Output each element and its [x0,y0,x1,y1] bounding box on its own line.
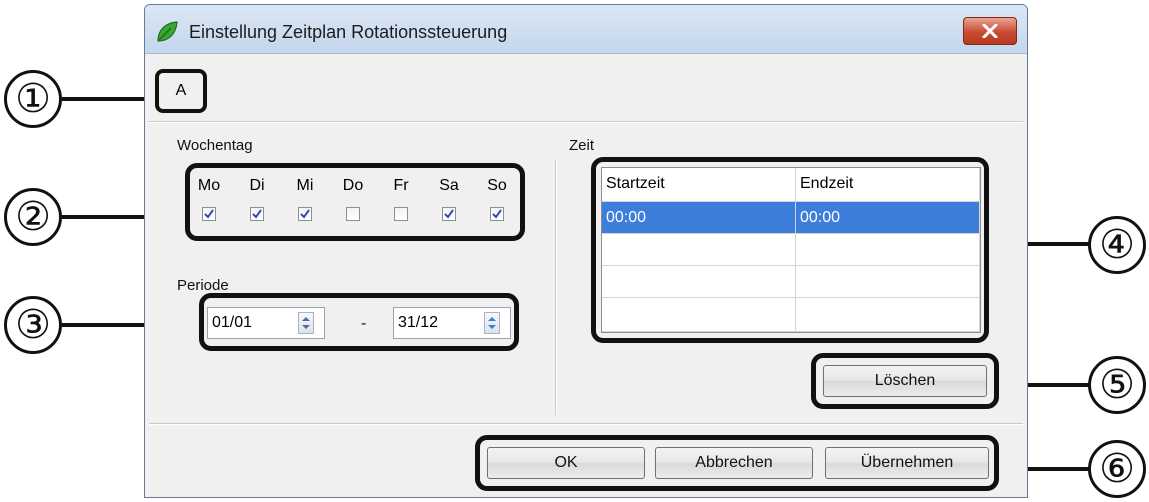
weekday-label-0: Mo [197,177,221,194]
time-table[interactable]: Startzeit Endzeit 00:00 00:00 [601,167,981,333]
checkmark-icon [204,209,214,219]
table-row-1-start[interactable]: 00:00 [602,202,796,234]
spin-arrows-icon [302,317,310,329]
window-title: Einstellung Zeitplan Rotationssteuerung [189,22,508,42]
title-bar[interactable]: Einstellung Zeitplan Rotationssteuerung [145,5,1027,54]
middle-separator [555,159,557,415]
callout-6: ⑥ [1088,440,1146,498]
spin-arrows-icon [488,317,496,329]
column-header-end[interactable]: Endzeit [796,168,980,202]
time-label: Zeit [569,137,595,154]
callout-3: ③ [4,296,62,354]
bottom-separator [149,423,1023,425]
leaf-icon [155,20,179,44]
table-row-2-end[interactable] [796,234,980,266]
weekday-label-6: So [487,177,507,194]
callout-5: ⑤ [1088,356,1146,414]
period-end-value: 31/12 [398,314,439,331]
column-header-start[interactable]: Startzeit [602,168,796,202]
period-end-spinner[interactable] [484,312,500,334]
table-row-1-end[interactable]: 00:00 [796,202,980,234]
weekday-label-1: Di [249,177,265,194]
callout-1-leader [62,97,154,101]
ok-button[interactable]: OK [487,447,645,479]
apply-button[interactable]: Übernehmen [825,447,989,479]
weekday-label-4: Fr [393,177,409,194]
period-start-value: 01/01 [212,314,253,331]
table-row-2-start[interactable] [602,234,796,266]
schedule-dialog: Einstellung Zeitplan Rotationssteuerung … [144,4,1028,498]
table-row-3-start[interactable] [602,266,796,298]
period-label: Periode [177,277,229,294]
weekday-group [185,163,525,241]
period-end-field[interactable]: 31/12 [393,307,511,339]
weekday-label-5: Sa [439,177,459,194]
weekday-label-3: Do [342,177,364,194]
weekday-label-2: Mi [296,177,314,194]
period-start-spinner[interactable] [298,312,314,334]
weekday-checkbox-0[interactable] [202,207,216,221]
weekday-checkbox-2[interactable] [298,207,312,221]
weekday-checkbox-6[interactable] [490,207,504,221]
close-icon [982,24,998,38]
table-row-3-end[interactable] [796,266,980,298]
weekday-label: Wochentag [177,137,253,154]
weekday-checkbox-4[interactable] [394,207,408,221]
checkmark-icon [444,209,454,219]
delete-button[interactable]: Löschen [823,365,987,397]
table-row-4-start[interactable] [602,298,796,332]
table-row-4-end[interactable] [796,298,980,332]
top-separator [149,121,1023,123]
callout-1: ① [4,70,62,128]
callout-2: ② [4,188,62,246]
period-start-field[interactable]: 01/01 [207,307,325,339]
checkmark-icon [492,209,502,219]
weekday-checkbox-1[interactable] [250,207,264,221]
schedule-name-value: A [175,82,187,99]
weekday-checkbox-5[interactable] [442,207,456,221]
callout-4: ④ [1088,216,1146,274]
close-button[interactable] [963,17,1017,45]
schedule-name-box[interactable]: A [155,69,207,113]
weekday-checkbox-3[interactable] [346,207,360,221]
period-separator: - [361,315,367,332]
checkmark-icon [252,209,262,219]
cancel-button[interactable]: Abbrechen [655,447,813,479]
checkmark-icon [300,209,310,219]
